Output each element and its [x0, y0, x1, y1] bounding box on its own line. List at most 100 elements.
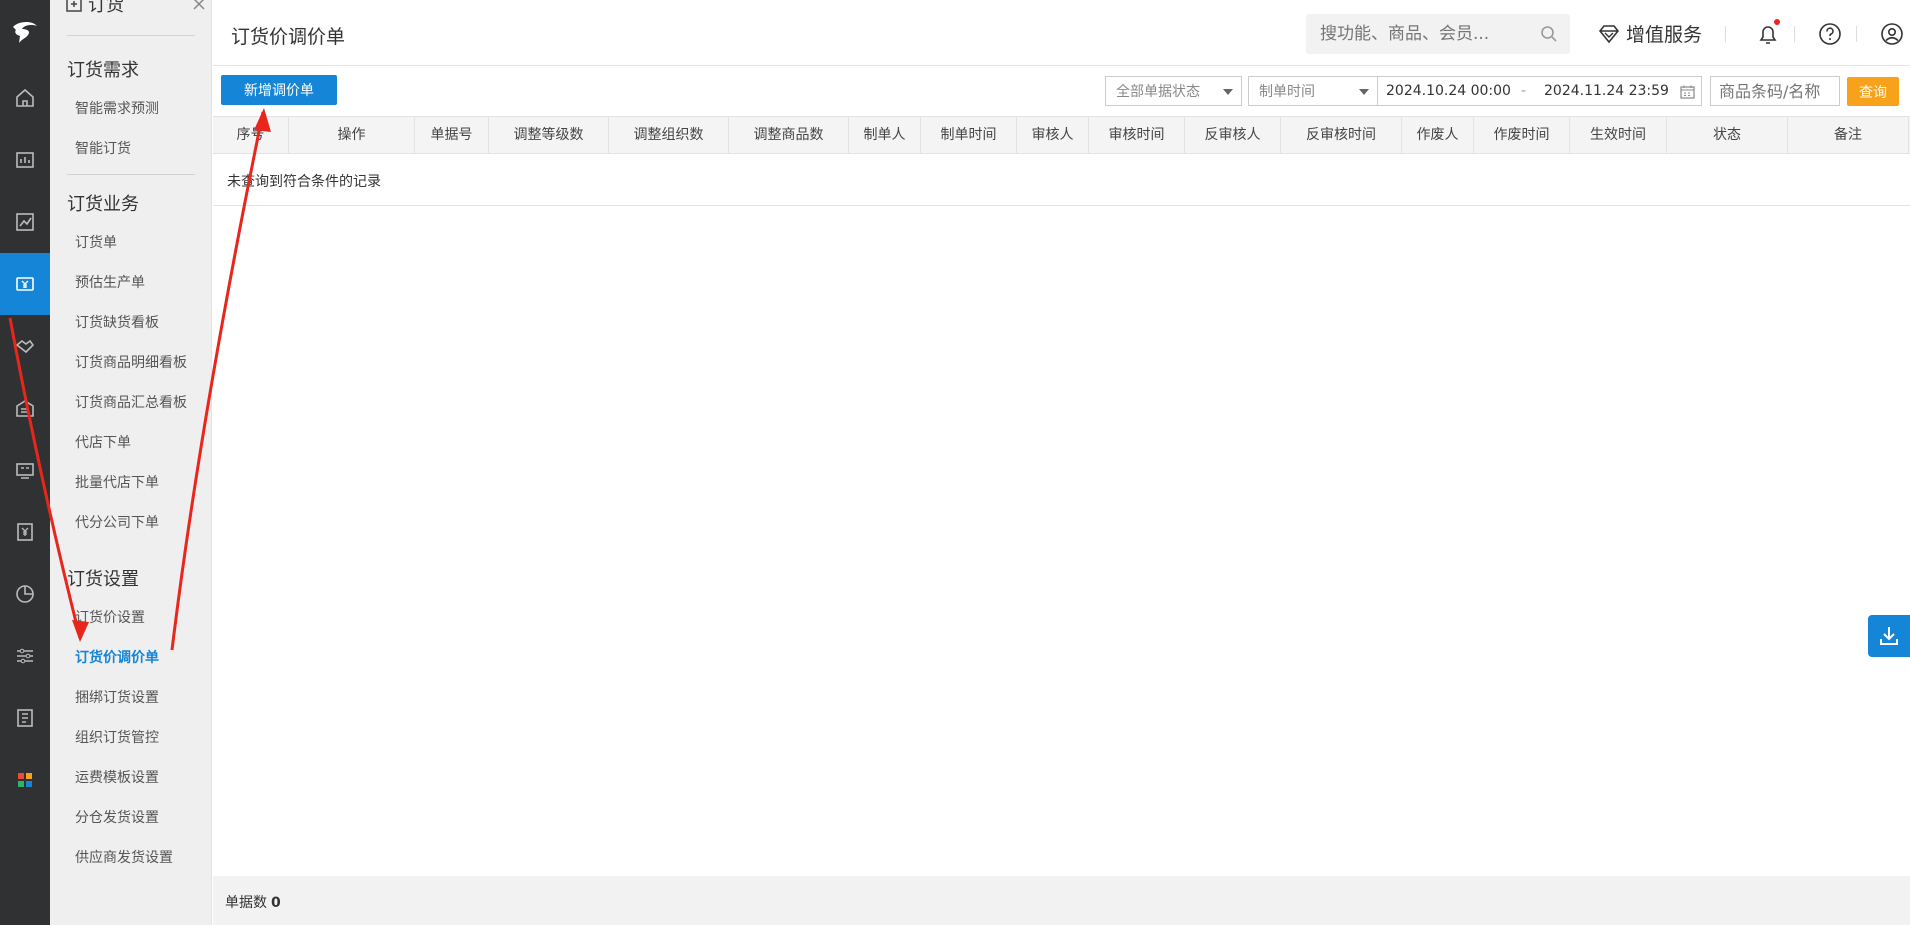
col-header-index: 序号 — [213, 117, 289, 153]
header-separator — [1725, 26, 1726, 42]
submenu-panel: 订货 订货需求 智能需求预测 智能订货 订货业务 订货单 预估生产单 订货缺货看… — [50, 0, 212, 925]
help-button[interactable] — [1817, 21, 1843, 47]
pie-chart-icon — [16, 585, 34, 603]
app-root: 订货 订货需求 智能需求预测 智能订货 订货业务 订货单 预估生产单 订货缺货看… — [0, 0, 1910, 925]
rail-report[interactable] — [0, 191, 50, 253]
rail-archive[interactable] — [0, 687, 50, 749]
filter-toolbar: 新增调价单 全部单据状态 制单时间 2024.10.24 00:00 - 202… — [213, 66, 1910, 116]
rail-warehouse[interactable] — [0, 377, 50, 439]
menu-item-supplier-delivery[interactable]: 供应商发货设置 — [75, 847, 173, 867]
price-adjust-table: 序号 操作 单据号 调整等级数 调整组织数 调整商品数 制单人 制单时间 审核人… — [213, 116, 1910, 206]
brand-logo[interactable] — [0, 0, 50, 64]
global-search-input[interactable] — [1320, 24, 1530, 44]
rail-cooperation[interactable] — [0, 315, 50, 377]
apps-grid-icon — [18, 773, 32, 787]
query-button[interactable]: 查询 — [1847, 77, 1899, 106]
col-header-remark: 备注 — [1788, 117, 1909, 153]
table-footer: 单据数 0 — [213, 876, 1910, 925]
submenu-title: 订货 — [88, 0, 124, 16]
col-header-voider[interactable]: 作废人 — [1402, 117, 1474, 153]
empty-message: 未查询到符合条件的记录 — [227, 174, 381, 190]
menu-item-demand-forecast[interactable]: 智能需求预测 — [75, 98, 159, 118]
submenu-divider — [67, 35, 195, 36]
menu-item-price-setting[interactable]: 订货价设置 — [75, 607, 145, 627]
col-header-unaudit-time[interactable]: 反审核时间 — [1281, 117, 1402, 153]
menu-item-price-adjust[interactable]: 订货价调价单 — [75, 647, 159, 667]
dashboard-icon — [16, 152, 34, 168]
value-service-link[interactable]: 增值服务 — [1598, 20, 1702, 47]
rail-order[interactable] — [0, 253, 50, 315]
doc-count: 单据数 0 — [225, 892, 281, 912]
rail-settings[interactable] — [0, 625, 50, 687]
date-separator: - — [1521, 83, 1527, 99]
section-title-settings: 订货设置 — [67, 569, 139, 590]
add-price-adjust-button[interactable]: 新增调价单 — [221, 75, 337, 105]
status-select[interactable]: 全部单据状态 — [1105, 76, 1242, 106]
col-header-auditor[interactable]: 审核人 — [1017, 117, 1089, 153]
col-header-level-count[interactable]: 调整等级数 — [489, 117, 609, 153]
menu-item-freight-template[interactable]: 运费模板设置 — [75, 767, 159, 787]
col-header-item-count[interactable]: 调整商品数 — [729, 117, 849, 153]
archive-icon — [17, 709, 33, 727]
export-download-button[interactable] — [1868, 615, 1910, 657]
cashier-icon — [16, 463, 34, 479]
menu-item-order[interactable]: 订货单 — [75, 232, 117, 252]
status-select-value: 全部单据状态 — [1116, 84, 1200, 100]
menu-item-shortage-board[interactable]: 订货缺货看板 — [75, 312, 159, 332]
rail-home[interactable] — [0, 67, 50, 129]
col-header-unauditor[interactable]: 反审核人 — [1185, 117, 1281, 153]
menu-item-summary-board[interactable]: 订货商品汇总看板 — [75, 392, 187, 412]
user-account-button[interactable] — [1879, 21, 1905, 47]
menu-item-bundle-setting[interactable]: 捆绑订货设置 — [75, 687, 159, 707]
col-header-create-time[interactable]: 制单时间 — [921, 117, 1017, 153]
chevron-down-icon — [1223, 89, 1233, 95]
menu-item-store-order[interactable]: 代店下单 — [75, 432, 131, 452]
doc-count-label: 单据数 — [225, 895, 267, 911]
time-type-select[interactable]: 制单时间 — [1248, 76, 1378, 106]
close-icon[interactable] — [192, 0, 206, 11]
col-header-doc-no[interactable]: 单据号 — [415, 117, 489, 153]
order-module-icon — [66, 0, 82, 12]
col-header-audit-time[interactable]: 审核时间 — [1089, 117, 1185, 153]
date-range-picker[interactable]: 2024.10.24 00:00 - 2024.11.24 23:59 — [1378, 76, 1702, 106]
menu-item-org-control[interactable]: 组织订货管控 — [75, 727, 159, 747]
col-header-org-count[interactable]: 调整组织数 — [609, 117, 729, 153]
section-title-demand: 订货需求 — [67, 60, 139, 81]
download-icon — [1880, 627, 1898, 645]
menu-item-detail-board[interactable]: 订货商品明细看板 — [75, 352, 187, 372]
module-rail — [0, 0, 50, 925]
menu-item-warehouse-delivery[interactable]: 分仓发货设置 — [75, 807, 159, 827]
date-start: 2024.10.24 00:00 — [1386, 83, 1511, 99]
col-header-status[interactable]: 状态 — [1667, 117, 1788, 153]
global-search[interactable] — [1306, 14, 1570, 54]
item-search-input[interactable] — [1710, 76, 1840, 106]
sliders-icon — [17, 648, 33, 664]
menu-item-branch-order[interactable]: 代分公司下单 — [75, 512, 159, 532]
rail-dashboard[interactable] — [0, 129, 50, 191]
rail-pos[interactable] — [0, 439, 50, 501]
bell-icon — [1759, 26, 1777, 44]
menu-item-batch-store-order[interactable]: 批量代店下单 — [75, 472, 159, 492]
menu-item-smart-order[interactable]: 智能订货 — [75, 138, 131, 158]
submenu-divider — [67, 174, 195, 175]
menu-item-production-estimate[interactable]: 预估生产单 — [75, 272, 145, 292]
col-header-effective-time[interactable]: 生效时间 — [1570, 117, 1667, 153]
trend-chart-icon — [16, 213, 34, 231]
submenu-header: 订货 — [66, 0, 206, 16]
logo-icon — [13, 21, 37, 43]
table-header: 序号 操作 单据号 调整等级数 调整组织数 调整商品数 制单人 制单时间 审核人… — [213, 116, 1910, 154]
top-header: 订货价调价单 增值服务 — [213, 0, 1910, 66]
col-header-void-time[interactable]: 作废时间 — [1474, 117, 1570, 153]
col-header-creator[interactable]: 制单人 — [849, 117, 921, 153]
page-title: 订货价调价单 — [231, 26, 346, 48]
yen-ticket-icon — [16, 277, 34, 291]
rail-apps[interactable] — [0, 749, 50, 811]
rail-analysis[interactable] — [0, 563, 50, 625]
section-title-business: 订货业务 — [67, 194, 139, 215]
calendar-icon — [1680, 85, 1695, 99]
value-service-label: 增值服务 — [1626, 24, 1703, 46]
help-circle-icon — [1819, 23, 1841, 45]
rail-finance[interactable] — [0, 501, 50, 563]
search-icon[interactable] — [1540, 25, 1558, 43]
notification-button[interactable] — [1755, 19, 1781, 47]
